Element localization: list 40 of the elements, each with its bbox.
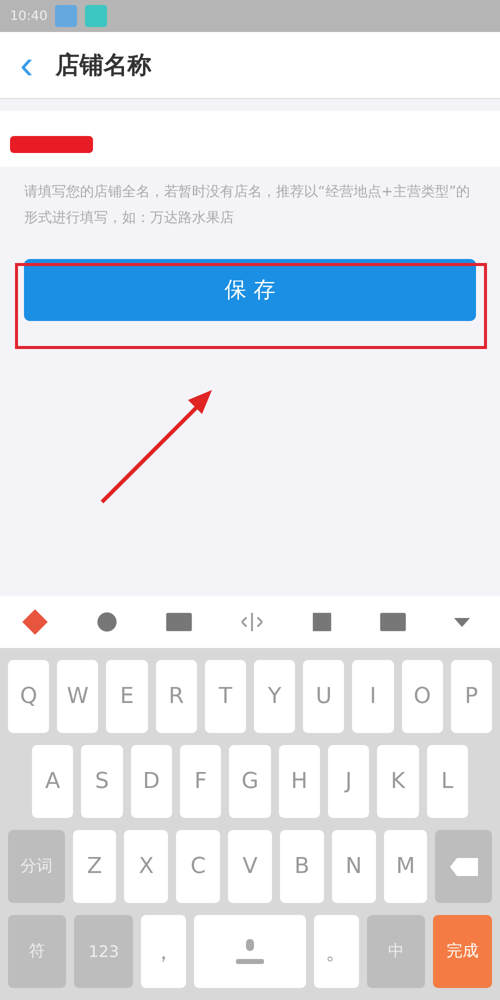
keyboard-key[interactable]: ， (140, 915, 186, 988)
keyboard-key[interactable]: K (377, 745, 419, 818)
keyboard-key[interactable]: X (124, 830, 168, 903)
keyboard-key[interactable]: I (352, 660, 394, 733)
keyboard-key[interactable]: 。 (314, 915, 359, 988)
keyboard-key[interactable]: M (384, 830, 428, 903)
app-icon (85, 5, 108, 27)
keyboard-key[interactable]: R (156, 660, 197, 733)
keyboard-key[interactable]: C (176, 830, 220, 903)
keyboard-key[interactable]: V (228, 830, 272, 903)
back-button[interactable]: ‹ (16, 45, 38, 85)
input-field[interactable] (0, 111, 500, 167)
hint-text: 请填写您的店铺全名，若暂时没有店名，推荐以“经营地点+主营类型”的形式进行填写，如：万达路水果店 (23, 183, 472, 228)
status-time: 10:40 (10, 8, 48, 24)
keyboard-key[interactable]: Y (254, 660, 296, 733)
keyboard-key[interactable]: O (402, 660, 443, 733)
collapse-icon[interactable] (452, 616, 472, 628)
keyboard-key[interactable]: W (57, 660, 98, 733)
backspace-icon (448, 856, 479, 876)
keyboard-key[interactable]: P (450, 660, 492, 733)
page-title: 店铺名称 (55, 50, 152, 81)
keyboard-key[interactable]: S (81, 745, 123, 818)
space-key[interactable] (194, 915, 306, 988)
save-button[interactable]: 保 存 (24, 259, 476, 321)
keyboard-key[interactable]: N (332, 830, 376, 903)
keyboard-key[interactable]: E (106, 660, 148, 733)
keyboard-key[interactable]: F (180, 745, 222, 818)
keyboard-key[interactable]: D (130, 745, 172, 818)
keyboard-key[interactable]: J (328, 745, 370, 818)
keyboard-key[interactable]: B (280, 830, 324, 903)
keyboard-key[interactable]: U (303, 660, 344, 733)
keyboard-key[interactable]: 完成 (433, 915, 492, 988)
keyboard-key[interactable]: G (229, 745, 271, 818)
keyboard-key[interactable]: T (204, 660, 246, 733)
keyboard-key[interactable]: L (426, 745, 468, 818)
keyboard-key[interactable]: H (278, 745, 320, 818)
keyboard-key[interactable]: Q (8, 660, 50, 733)
app-icon (55, 5, 78, 27)
keyboard-key[interactable]: Z (72, 830, 116, 903)
keyboard-key[interactable]: A (32, 745, 74, 818)
